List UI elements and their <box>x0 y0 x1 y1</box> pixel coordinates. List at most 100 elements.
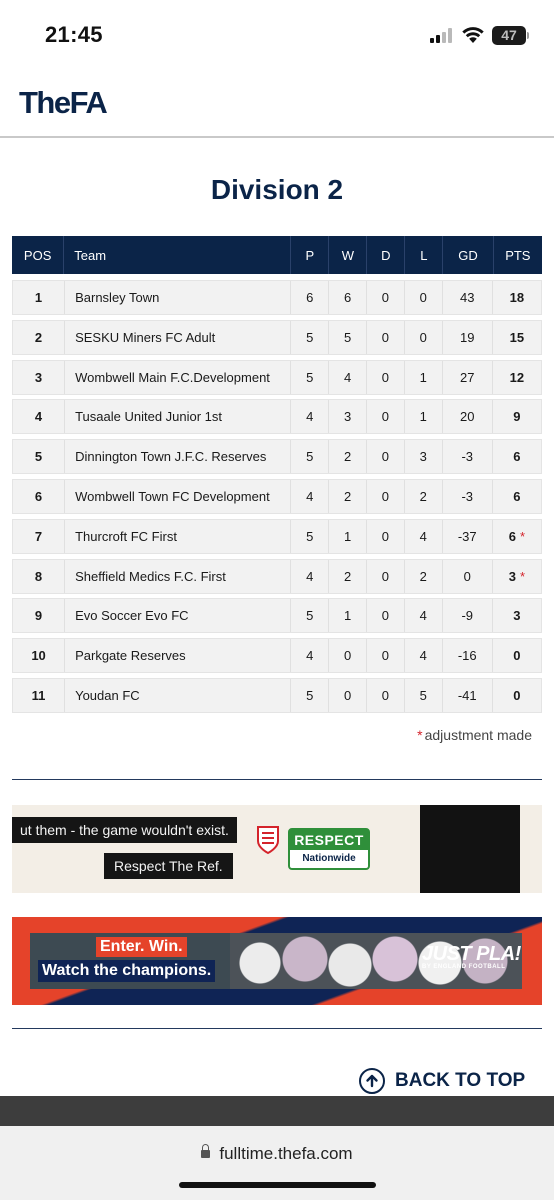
cell-lost: 2 <box>403 479 442 513</box>
cell-team[interactable]: Wombwell Main F.C.Development <box>64 360 290 394</box>
cell-lost: 1 <box>403 400 442 434</box>
col-header-team: Team <box>63 236 290 274</box>
cell-played-text: 4 <box>306 409 314 425</box>
cell-won-text: 2 <box>343 488 352 504</box>
col-header-d: D <box>366 236 404 274</box>
cell-pos-text: 10 <box>31 648 46 664</box>
cell-pos-text: 3 <box>34 369 43 385</box>
cell-won-text: 2 <box>343 449 352 465</box>
cell-lost: 4 <box>403 519 442 553</box>
cell-team-text: Tusaale United Junior 1st <box>75 409 223 425</box>
cell-pos: 8 <box>13 560 64 593</box>
signal-icon <box>430 27 454 43</box>
cell-team[interactable]: SESKU Miners FC Adult <box>64 320 290 354</box>
cell-won-text: 3 <box>343 409 352 425</box>
lock-icon <box>201 1144 211 1158</box>
cell-goal-difference-text: -3 <box>461 449 474 465</box>
cell-pos: 1 <box>13 281 64 314</box>
cell-goal-difference-text: 0 <box>463 568 471 584</box>
justplay-ad-line2: Watch the champions. <box>38 960 216 982</box>
cell-team[interactable]: Thurcroft FC First <box>64 519 290 553</box>
cell-team[interactable]: Evo Soccer Evo FC <box>64 599 290 633</box>
cell-team[interactable]: Barnsley Town <box>64 281 290 314</box>
cell-goal-difference: 27 <box>441 360 492 394</box>
cell-goal-difference-text: 27 <box>460 369 475 385</box>
home-indicator[interactable] <box>179 1182 376 1188</box>
status-time: 21:45 <box>45 22 103 47</box>
table-row: 8 Sheffield Medics F.C. First 4 2 0 2 0 3 * <box>12 558 542 594</box>
cell-team[interactable]: Sheffield Medics F.C. First <box>64 559 290 593</box>
cell-points: 15 <box>491 320 541 354</box>
respect-badge-bottom: Nationwide <box>302 853 356 864</box>
cell-goal-difference: -3 <box>441 479 492 513</box>
wifi-icon <box>462 27 484 43</box>
league-table: POS Team P W D L GD PTS 1 Barnsley Town 6 6… <box>12 236 542 713</box>
cell-won-text: 6 <box>343 290 352 305</box>
cell-won: 4 <box>328 360 366 394</box>
table-row: 10 Parkgate Reserves 4 0 0 4 -16 0 <box>12 638 542 674</box>
cell-points: 9 <box>491 400 541 434</box>
cell-team[interactable]: Parkgate Reserves <box>64 639 290 673</box>
cell-drawn-text: 0 <box>381 687 390 703</box>
cell-lost-text: 4 <box>419 528 427 544</box>
cell-team-text: Barnsley Town <box>75 290 160 305</box>
cell-drawn-text: 0 <box>381 568 390 584</box>
justplay-ad-banner[interactable]: Enter. Win. Watch the champions. JUST PL… <box>12 917 542 1005</box>
cell-pos: 7 <box>13 520 64 553</box>
cell-won: 5 <box>328 320 366 354</box>
cell-lost-text: 3 <box>419 449 427 465</box>
cell-points-text: 12 <box>509 369 525 385</box>
cell-played-text: 4 <box>306 488 314 504</box>
cell-won-text: 4 <box>343 369 352 385</box>
cell-pos: 10 <box>13 639 64 672</box>
back-to-top-label: BACK TO TOP <box>395 1070 526 1091</box>
cell-played-text: 5 <box>306 528 314 544</box>
cell-played: 4 <box>290 559 328 593</box>
cell-pos-text: 5 <box>34 449 43 465</box>
cell-won: 0 <box>328 678 366 712</box>
justplay-logo: JUST PLA! BY ENGLAND FOOTBALL <box>422 943 521 970</box>
browser-address-bar[interactable]: fulltime.thefa.com <box>0 1126 554 1200</box>
thefa-logo[interactable]: TheFA <box>19 85 108 121</box>
cell-drawn: 0 <box>365 320 404 354</box>
cell-drawn-text: 0 <box>381 608 390 624</box>
cell-pos: 2 <box>13 321 64 354</box>
battery-cap <box>527 32 529 39</box>
table-body: 1 Barnsley Town 6 6 0 0 43 18 2 SESKU Miners FC A… <box>12 280 542 713</box>
cell-team-text: Parkgate Reserves <box>75 648 186 664</box>
respect-ad-banner[interactable]: ut them - the game wouldn't exist. Respe… <box>12 805 542 893</box>
cell-played: 5 <box>290 320 328 354</box>
cell-team-text: Youdan FC <box>75 687 140 703</box>
cell-drawn: 0 <box>365 360 404 394</box>
cell-drawn-text: 0 <box>381 290 390 305</box>
cell-team[interactable]: Dinnington Town J.F.C. Reserves <box>64 440 290 474</box>
cell-played-text: 5 <box>306 369 314 385</box>
cell-points: 12 <box>491 360 541 394</box>
back-to-top-link[interactable]: BACK TO TOP <box>359 1068 525 1094</box>
cell-drawn-text: 0 <box>381 488 390 504</box>
table-row: 6 Wombwell Town FC Development 4 2 0 2 -3 6 <box>12 478 542 514</box>
col-header-gd: GD <box>442 236 492 274</box>
respect-ad-dark-panel <box>420 805 520 893</box>
respect-ad-line1: ut them - the game wouldn't exist. <box>12 817 237 843</box>
cell-team-text: Wombwell Main F.C.Development <box>75 369 270 385</box>
cell-goal-difference: 43 <box>441 281 492 314</box>
cell-pos-text: 2 <box>34 329 43 345</box>
respect-ad-line2: Respect The Ref. <box>104 853 233 879</box>
cell-won: 0 <box>328 639 366 673</box>
cell-team[interactable]: Youdan FC <box>64 678 290 712</box>
cell-points: 6 <box>491 440 541 474</box>
page-title: Division 2 <box>210 174 344 205</box>
table-row: 5 Dinnington Town J.F.C. Reserves 5 2 0 3 -3 6 <box>12 439 542 475</box>
cell-team[interactable]: Tusaale United Junior 1st <box>64 400 290 434</box>
justplay-ad-panel: Enter. Win. Watch the champions. JUST PL… <box>30 933 522 989</box>
url-field[interactable]: fulltime.thefa.com <box>0 1144 554 1164</box>
cell-pos-text: 7 <box>34 528 43 544</box>
cell-goal-difference-text: 43 <box>460 290 475 305</box>
cell-pos-text: 4 <box>34 409 43 425</box>
cell-team[interactable]: Wombwell Town FC Development <box>64 479 290 513</box>
cell-played: 5 <box>290 440 328 474</box>
cell-lost: 4 <box>403 599 442 633</box>
adjustment-note: * adjustment made <box>417 727 532 743</box>
adjustment-marker: * <box>519 528 526 544</box>
